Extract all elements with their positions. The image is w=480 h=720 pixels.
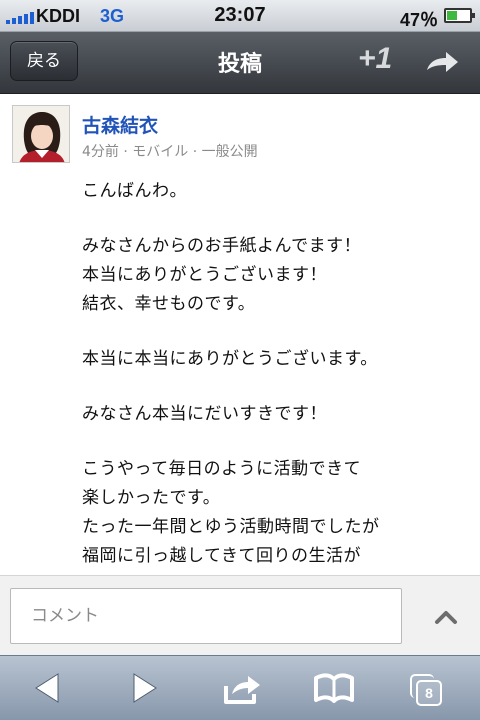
comment-input[interactable] [10, 588, 402, 644]
post-paragraph: みなさん本当にだいすきです！ [82, 400, 472, 429]
nav-bar: 戻る 投稿 +1 [0, 32, 480, 94]
battery-percent: 47％ [399, 10, 438, 30]
post-body: こんばんわ。みなさんからのお手紙よんでます！ 本当にありがとうございます！ 結衣、幸… [82, 177, 472, 575]
browser-toolbar: 8 [0, 655, 480, 720]
post-paragraph: 本当に本当にありがとうございます。 [82, 345, 472, 374]
tabs-count-badge[interactable]: 8 [416, 680, 442, 706]
comment-bar [0, 575, 480, 655]
post-paragraph: こんばんわ。 [82, 177, 472, 206]
status-bar: KDDI 3G 23:07 47％ [0, 0, 480, 32]
plus-one-button[interactable]: +1 [358, 42, 392, 76]
post-text-line: みなさん本当にだいすきです！ [82, 404, 327, 424]
forward-arrow-icon[interactable] [122, 668, 166, 708]
post-text-line: たった一年間とゆう活動時間でしたが [82, 517, 380, 537]
post-text-line: 本当に本当にありがとうございます。 [82, 349, 378, 369]
post-paragraph: こうやって毎日のように活動できて 楽しかったです。たった一年間とゆう活動時間でした… [82, 455, 472, 571]
post-text-line: こうやって毎日のように活動できて [82, 459, 362, 479]
post: 古森結衣 4分前 · モバイル · 一般公開 こんばんわ。みなさんからのお手紙よ… [0, 95, 480, 575]
page-title: 投稿 [217, 52, 262, 77]
post-text-line: 結衣、幸せものです。 [82, 294, 256, 314]
chevron-up-icon[interactable] [426, 602, 466, 632]
back-arrow-icon[interactable] [26, 668, 70, 708]
post-meta: 4分前 · モバイル · 一般公開 [82, 144, 258, 160]
post-text-line: 福岡に引っ越してきて回りの生活が [82, 546, 361, 566]
back-button[interactable]: 戻る [10, 41, 78, 81]
avatar[interactable] [12, 105, 70, 163]
share-arrow-icon[interactable] [424, 50, 460, 76]
post-text-line: こんばんわ。 [82, 181, 187, 201]
post-text-line: みなさんからのお手紙よんでます！ [82, 236, 362, 256]
battery-icon [444, 8, 475, 23]
book-icon[interactable] [312, 668, 356, 708]
post-text-line: 本当にありがとうございます！ [82, 265, 327, 285]
profile-photo [13, 106, 69, 162]
post-text-line: 楽しかったです。 [82, 488, 221, 508]
author-name[interactable]: 古森結衣 [82, 111, 158, 138]
share-box-icon[interactable] [220, 668, 264, 708]
post-paragraph: みなさんからのお手紙よんでます！ 本当にありがとうございます！ 結衣、幸せものです。 [82, 232, 472, 319]
battery-level [447, 11, 458, 20]
